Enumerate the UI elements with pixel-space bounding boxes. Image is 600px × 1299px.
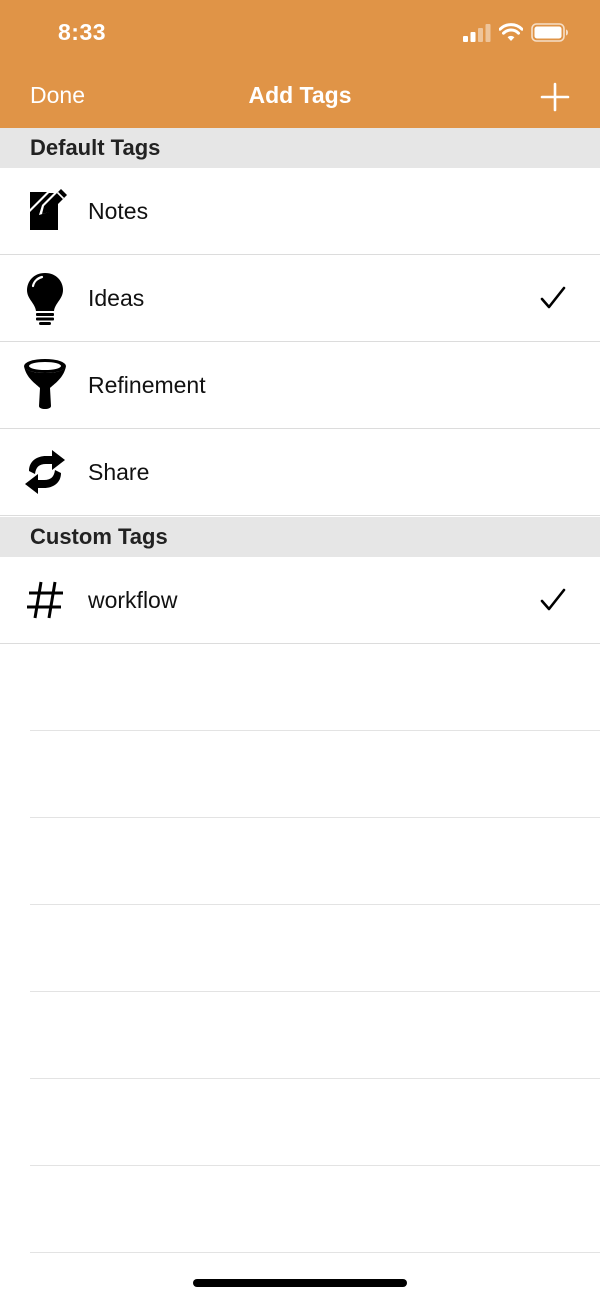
tag-label: Notes [88, 198, 149, 224]
share-arrows-icon [18, 445, 72, 499]
tag-row-notes[interactable]: Notes [0, 168, 600, 255]
add-tags-screen: 8:33 Done Add Tags Default Tags Notes Id… [0, 0, 600, 1299]
row-separator [30, 730, 600, 731]
home-indicator[interactable] [193, 1279, 407, 1287]
tag-row-workflow[interactable]: workflow [0, 557, 600, 644]
section-header-default-tags: Default Tags [0, 128, 600, 168]
lightbulb-icon [18, 271, 72, 325]
note-pencil-icon [18, 184, 72, 238]
tag-row-ideas[interactable]: Ideas [0, 255, 600, 342]
section-header-custom-tags: Custom Tags [0, 517, 600, 557]
row-separator [30, 991, 600, 992]
plus-icon [540, 82, 570, 112]
checkmark-icon [540, 588, 566, 611]
battery-icon [531, 23, 568, 42]
page-title: Add Tags [248, 82, 352, 108]
tag-label: Refinement [88, 372, 206, 398]
tag-label: Ideas [88, 285, 145, 311]
section-title: Default Tags [30, 135, 161, 160]
tag-row-refinement[interactable]: Refinement [0, 342, 600, 429]
row-separator [30, 1252, 600, 1253]
row-separator [30, 904, 600, 905]
add-tag-button[interactable] [538, 80, 572, 114]
checkmark-icon [540, 286, 566, 309]
done-button[interactable]: Done [30, 82, 85, 109]
status-time: 8:33 [58, 19, 107, 45]
cellular-signal-icon [463, 24, 491, 42]
navigation-header: 8:33 Done Add Tags [0, 0, 600, 128]
row-separator [30, 1078, 600, 1079]
row-separator [30, 817, 600, 818]
tag-row-share[interactable]: Share [0, 429, 600, 516]
wifi-icon [499, 23, 523, 41]
hashtag-icon [18, 573, 72, 627]
tag-label: workflow [88, 587, 178, 613]
row-separator [30, 1165, 600, 1166]
funnel-icon [18, 358, 72, 412]
tag-label: Share [88, 459, 150, 485]
section-title: Custom Tags [30, 524, 168, 549]
